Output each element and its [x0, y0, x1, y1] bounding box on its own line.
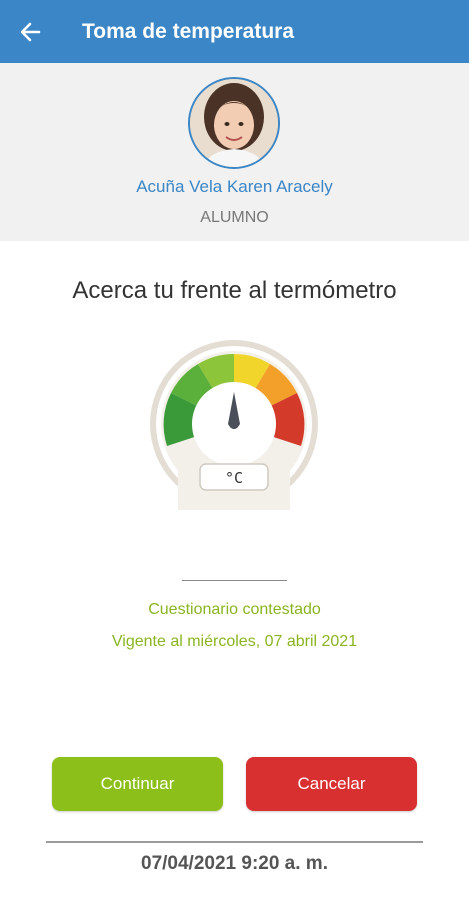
instruction-text: Acerca tu frente al termómetro: [72, 277, 397, 304]
gauge-unit-label: °C: [225, 469, 243, 487]
student-profile: Acuña Vela Karen Aracely ALUMNO: [0, 63, 469, 241]
continue-button[interactable]: Continuar: [52, 757, 223, 811]
cancel-button[interactable]: Cancelar: [246, 757, 417, 811]
divider: [182, 580, 287, 581]
timestamp: 07/04/2021 9:20 a. m.: [141, 853, 328, 874]
status-valid-until: Vigente al miércoles, 07 abril 2021: [111, 633, 358, 650]
back-button[interactable]: [0, 0, 60, 63]
student-photo: [190, 79, 278, 167]
footer-divider: [46, 841, 423, 843]
student-name: Acuña Vela Karen Aracely: [136, 177, 333, 196]
status-answered: Cuestionario contestado: [148, 601, 321, 618]
app-bar: Toma de temperatura: [0, 0, 469, 63]
page-title: Toma de temperatura: [82, 19, 294, 43]
avatar: [188, 77, 280, 169]
student-role: ALUMNO: [200, 209, 269, 226]
arrow-left-icon: [20, 22, 41, 41]
thermometer-gauge-icon: °C: [150, 340, 318, 510]
